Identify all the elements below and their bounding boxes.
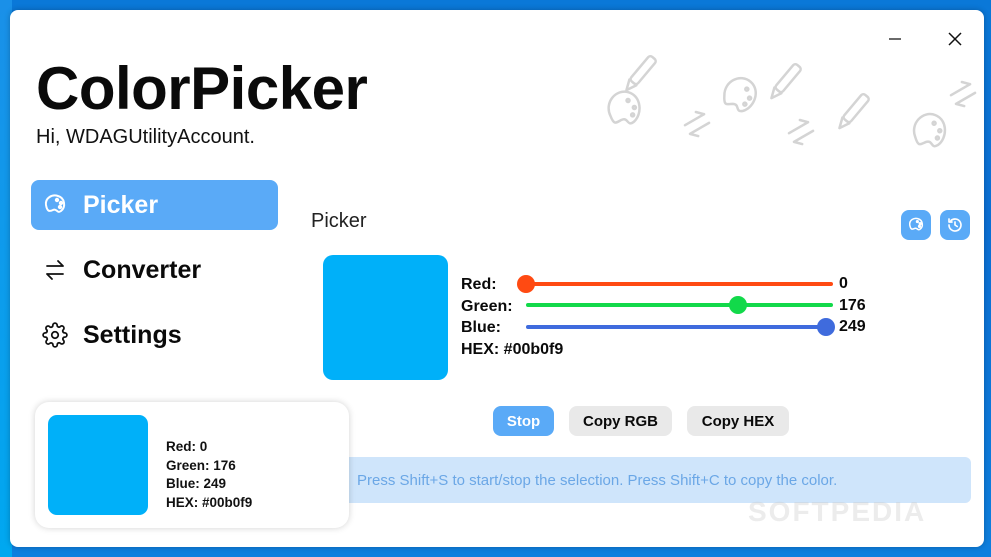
red-value: 0 — [839, 275, 848, 292]
color-preview-swatch — [323, 255, 448, 380]
card-blue: Blue: 249 — [166, 476, 227, 491]
palette-doodle-icon — [723, 76, 757, 113]
hint-text: Press Shift+S to start/stop the selectio… — [357, 471, 838, 489]
slider-thumb[interactable] — [816, 318, 835, 336]
stop-button[interactable]: Stop — [493, 406, 554, 436]
palette-icon — [908, 217, 924, 231]
history-icon — [948, 218, 962, 232]
palette-doodle-icon — [912, 112, 947, 148]
palette-button[interactable] — [901, 210, 931, 240]
palette-icon — [41, 191, 69, 219]
gear-icon — [41, 321, 69, 349]
pencil-doodle-icon — [838, 92, 870, 130]
green-value: 176 — [839, 297, 866, 314]
card-hex: HEX: #00b0f9 — [166, 494, 253, 510]
arrows-swap-icon — [41, 256, 69, 284]
slider-thumb[interactable] — [728, 296, 747, 314]
sidebar-item-label: Picker — [83, 190, 159, 219]
blue-slider[interactable] — [526, 316, 835, 338]
greeting-text: Hi, WDAGUtilityAccount. — [36, 126, 255, 148]
slider-track — [526, 282, 833, 286]
history-button[interactable] — [940, 210, 970, 240]
arrows-doodle-icon — [787, 118, 815, 146]
card-red: Red: 0 — [166, 439, 208, 454]
sidebar-item-picker[interactable]: Picker — [31, 180, 278, 230]
copy-rgb-button[interactable]: Copy RGB — [569, 406, 672, 436]
sidebar-item-settings[interactable]: Settings — [31, 310, 278, 360]
app-title: ColorPicker — [36, 55, 368, 122]
red-slider[interactable] — [517, 273, 833, 295]
sidebar-item-label: Converter — [83, 255, 202, 284]
palette-doodle-icon — [607, 90, 641, 125]
app-window: ColorPicker Hi, WDAGUtilityAccount. Pick… — [10, 10, 984, 547]
arrows-doodle-icon — [949, 80, 977, 108]
green-slider[interactable] — [526, 294, 833, 316]
decorative-doodles — [607, 54, 977, 148]
sidebar-item-converter[interactable]: Converter — [31, 245, 278, 295]
slider-track — [526, 303, 833, 307]
card-color-swatch — [48, 415, 148, 515]
arrows-doodle-icon — [683, 110, 711, 138]
pencil-doodle-icon — [770, 62, 802, 100]
hex-label: HEX: #00b0f9 — [461, 340, 564, 358]
card-green: Green: 176 — [166, 457, 236, 473]
watermark: SOFTPEDIA — [748, 496, 927, 527]
color-preview-card: Red: 0 Green: 176 Blue: 249 HEX: #00b0f9 — [35, 402, 349, 528]
sidebar-item-label: Settings — [83, 320, 182, 349]
card-color-info: Red: 0 Green: 176 Blue: 249 HEX: #00b0f9 — [166, 438, 252, 512]
slider-track — [526, 325, 833, 329]
copy-hex-button[interactable]: Copy HEX — [687, 406, 789, 436]
minimize-icon — [889, 38, 901, 40]
blue-value: 249 — [839, 318, 866, 335]
section-title: Picker — [311, 210, 367, 232]
close-icon — [948, 32, 962, 46]
pencil-doodle-icon — [625, 54, 657, 92]
slider-thumb[interactable] — [517, 275, 535, 293]
